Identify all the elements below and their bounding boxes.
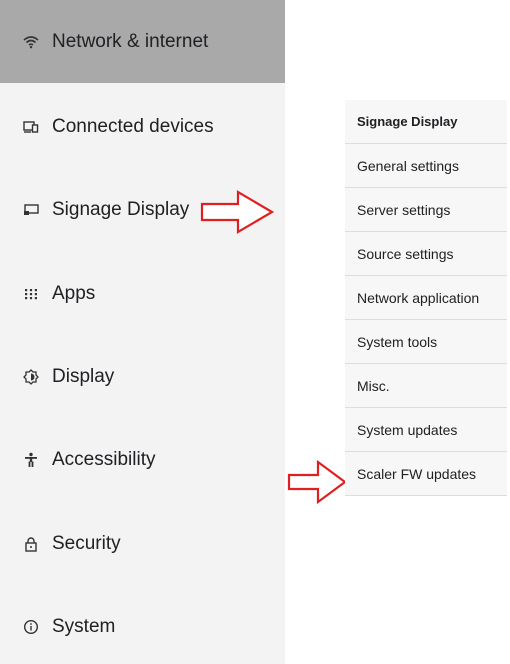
sidebar-item-connected-devices[interactable]: Connected devices [0, 85, 285, 168]
sidebar-item-security[interactable]: Security [0, 502, 285, 585]
submenu-item-network-application[interactable]: Network application [345, 276, 507, 320]
submenu-item-system-updates[interactable]: System updates [345, 408, 507, 452]
devices-icon [22, 118, 40, 136]
sidebar-item-display[interactable]: Display [0, 335, 285, 418]
signage-display-submenu: Signage Display General settings Server … [345, 100, 507, 496]
signage-display-icon [22, 201, 40, 219]
display-brightness-icon [22, 368, 40, 386]
sidebar-item-apps[interactable]: Apps [0, 252, 285, 335]
arrow-to-signage-submenu-icon [200, 190, 275, 234]
sidebar-item-label: System [52, 615, 116, 637]
submenu-item-scaler-fw-updates[interactable]: Scaler FW updates [345, 452, 507, 496]
arrow-to-scaler-fw-updates-icon [287, 459, 347, 505]
apps-grid-icon [22, 285, 40, 303]
wifi-icon [22, 33, 40, 51]
submenu-item-general-settings[interactable]: General settings [345, 144, 507, 188]
submenu-item-server-settings[interactable]: Server settings [345, 188, 507, 232]
sidebar-item-label: Network & internet [52, 30, 209, 52]
submenu-item-misc[interactable]: Misc. [345, 364, 507, 408]
info-icon [22, 618, 40, 636]
sidebar-item-label: Connected devices [52, 115, 214, 137]
settings-screen: Network & internet Connected devices Sig… [0, 0, 510, 664]
sidebar-item-label: Display [52, 365, 115, 387]
accessibility-icon [22, 451, 40, 469]
settings-sidebar: Network & internet Connected devices Sig… [0, 0, 285, 664]
sidebar-item-network-internet[interactable]: Network & internet [0, 0, 285, 83]
sidebar-item-system[interactable]: System [0, 585, 285, 664]
sidebar-item-label: Apps [52, 282, 96, 304]
sidebar-item-label: Accessibility [52, 448, 156, 470]
submenu-item-system-tools[interactable]: System tools [345, 320, 507, 364]
sidebar-item-label: Signage Display [52, 198, 190, 220]
submenu-title: Signage Display [345, 100, 507, 144]
submenu-item-source-settings[interactable]: Source settings [345, 232, 507, 276]
sidebar-item-accessibility[interactable]: Accessibility [0, 418, 285, 501]
sidebar-item-label: Security [52, 532, 121, 554]
lock-icon [22, 535, 40, 553]
